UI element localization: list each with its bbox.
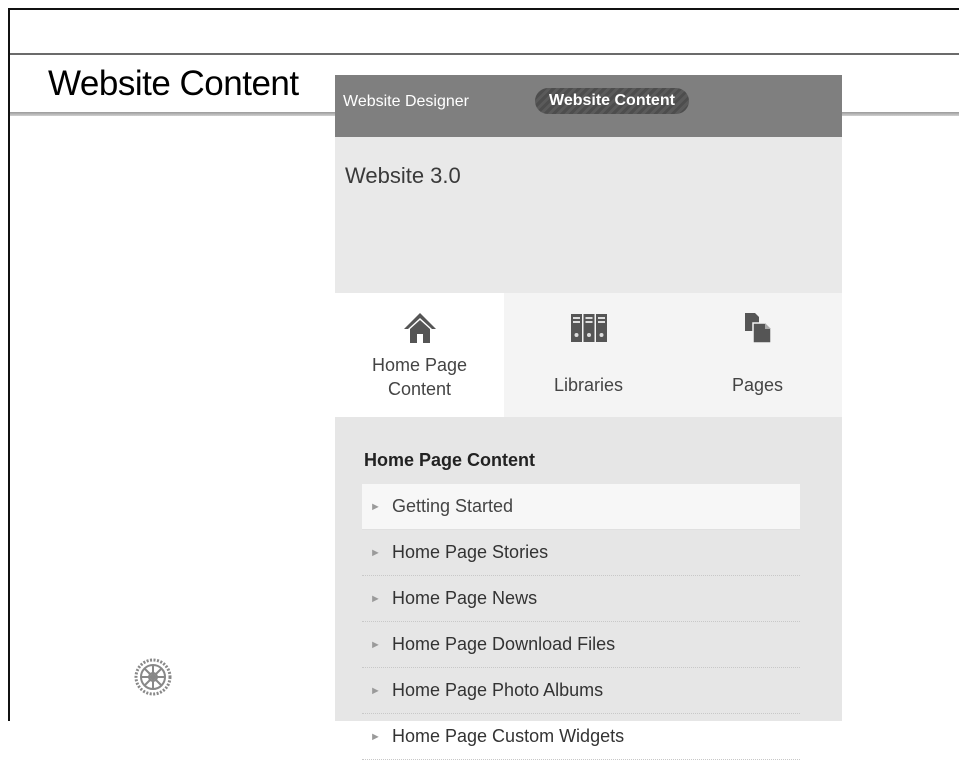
list-item[interactable]: ► Home Page Photo Albums xyxy=(362,668,800,714)
slide-title: Website Content xyxy=(48,64,299,103)
list-item-label: Home Page Stories xyxy=(392,542,549,562)
nav-pages[interactable]: Pages xyxy=(673,293,842,417)
arrow-right-icon: ► xyxy=(370,500,381,513)
list-item-label: Getting Started xyxy=(392,496,514,516)
nav-label: Libraries xyxy=(553,375,624,395)
pages-icon xyxy=(743,305,773,351)
list-item-label: Home Page Download Files xyxy=(392,634,616,654)
arrow-right-icon: ► xyxy=(370,730,381,743)
website-version-title: Website 3.0 xyxy=(345,163,461,188)
nav-home-page-content[interactable]: Home Page Content xyxy=(335,293,504,417)
nav-label: Pages xyxy=(731,375,784,395)
list-item-label: Home Page Custom Widgets xyxy=(392,726,625,746)
rotary-wheel-icon xyxy=(133,657,173,697)
list-item-label: Home Page Photo Albums xyxy=(392,680,604,700)
arrow-right-icon: ► xyxy=(370,684,381,697)
home-icon xyxy=(402,305,438,351)
home-page-content-section: Home Page Content ► Getting Started ► Ho… xyxy=(335,417,842,760)
list-item-label: Home Page News xyxy=(392,588,538,608)
arrow-right-icon: ► xyxy=(370,546,381,559)
nav-libraries[interactable]: Libraries xyxy=(504,293,673,417)
list-item[interactable]: ► Home Page Stories xyxy=(362,530,800,576)
panel-header xyxy=(335,137,842,293)
section-title: Home Page Content xyxy=(364,450,536,470)
website-panel: Website Designer Website Content Website… xyxy=(335,75,842,760)
panel-tab-bar: Website Designer Website Content xyxy=(335,75,842,137)
arrow-right-icon: ► xyxy=(370,592,381,605)
list-item[interactable]: ► Home Page News xyxy=(362,576,800,622)
nav-label: Home Page xyxy=(371,355,468,375)
top-divider xyxy=(10,53,959,55)
nav-label: Content xyxy=(387,379,452,399)
libraries-icon xyxy=(569,305,609,351)
tab-website-content[interactable]: Website Content xyxy=(535,88,689,114)
arrow-right-icon: ► xyxy=(370,638,381,651)
tab-website-designer[interactable]: Website Designer xyxy=(343,93,469,111)
list-item[interactable]: ► Home Page Download Files xyxy=(362,622,800,668)
content-list: ► Getting Started ► Home Page Stories ► … xyxy=(362,484,800,760)
website-nav: Home Page Content Libraries Pages xyxy=(335,293,842,417)
list-item[interactable]: ► Getting Started xyxy=(362,484,800,530)
